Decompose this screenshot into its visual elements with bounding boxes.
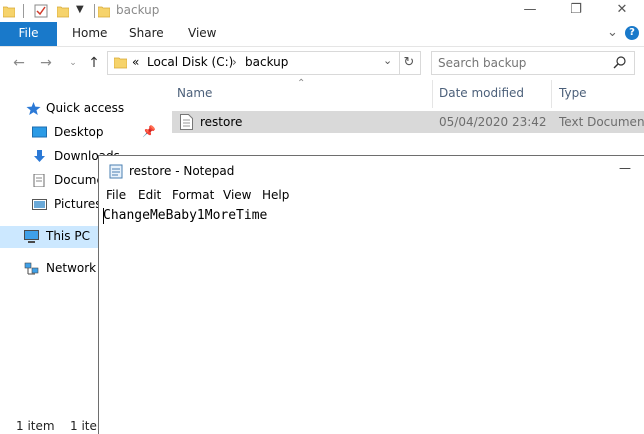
overflow-crumb[interactable]: « [132, 55, 139, 69]
up-button[interactable]: ↑ [85, 54, 103, 72]
ribbon-tab-share[interactable]: Share [129, 22, 164, 46]
ribbon-tab-view[interactable]: View [188, 22, 216, 46]
menu-view[interactable]: View [223, 188, 251, 202]
nav-item-quick-access[interactable]: Quick access [0, 98, 160, 120]
pictures-icon [32, 199, 47, 210]
expand-ribbon-icon[interactable]: ⌄ [607, 25, 618, 40]
notepad-minimize-button[interactable]: — [619, 161, 631, 175]
notepad-title-bar[interactable]: restore - Notepad — [99, 156, 644, 186]
download-icon [34, 150, 45, 162]
properties-icon[interactable] [34, 4, 48, 18]
help-icon[interactable]: ? [625, 26, 639, 40]
desktop-icon [32, 126, 47, 138]
nav-item-desktop[interactable]: Desktop 📌 [0, 122, 160, 144]
breadcrumb-backup[interactable]: backup [245, 55, 288, 69]
column-header-date-modified[interactable]: Date modified [439, 86, 524, 100]
recent-locations-dropdown[interactable]: ⌄ [64, 54, 82, 72]
new-folder-icon[interactable] [57, 4, 69, 18]
search-box[interactable] [431, 51, 635, 75]
sort-arrow-icon: ⌃ [297, 78, 306, 89]
notepad-title: restore - Notepad [129, 164, 235, 178]
column-divider[interactable] [551, 80, 552, 108]
text-file-icon [180, 114, 193, 130]
column-header-type[interactable]: Type [559, 86, 587, 100]
folder-icon [114, 57, 127, 69]
notepad-icon [109, 164, 123, 179]
nav-item-label: Pictures [54, 197, 102, 211]
explorer-title-bar: ▼ backup — ❐ ✕ [0, 0, 644, 22]
file-name: restore [200, 115, 243, 129]
network-icon [24, 262, 39, 275]
menu-edit[interactable]: Edit [138, 188, 161, 202]
column-header-name[interactable]: Name [177, 86, 212, 100]
search-icon[interactable] [613, 56, 626, 69]
file-row[interactable]: restore 05/04/2020 23:42 Text Document [172, 111, 644, 133]
breadcrumb-local-disk[interactable]: Local Disk (C:) [147, 55, 233, 69]
search-input[interactable] [436, 54, 610, 72]
star-icon [26, 102, 41, 115]
back-button[interactable]: ← [10, 54, 28, 72]
nav-item-label: This PC [46, 229, 90, 243]
window-title: backup [116, 3, 160, 17]
minimize-button[interactable]: — [507, 0, 553, 22]
text-caret [103, 208, 104, 224]
notepad-menu-bar: File Edit Format View Help [99, 186, 644, 205]
nav-item-label: Network [46, 261, 97, 275]
ribbon-tab-home[interactable]: Home [72, 22, 107, 46]
maximize-button[interactable]: ❐ [553, 0, 599, 22]
address-dropdown-icon[interactable]: ⌄ [383, 54, 392, 67]
customize-toolbar-icon[interactable]: ▼ [76, 4, 84, 15]
ribbon-tab-file[interactable]: File [0, 22, 57, 46]
documents-icon [33, 174, 45, 187]
nav-item-label: Quick access [46, 101, 125, 115]
address-bar[interactable]: « Local Disk (C:) › backup ⌄ [107, 51, 400, 75]
notepad-window[interactable]: restore - Notepad — File Edit Format Vie… [98, 155, 644, 434]
status-item-count: 1 item [16, 419, 55, 433]
file-date-modified: 05/04/2020 23:42 [439, 115, 547, 129]
breadcrumb-separator[interactable]: › [232, 55, 237, 69]
pin-icon[interactable]: 📌 [142, 125, 156, 138]
forward-button[interactable]: → [37, 54, 55, 72]
column-divider[interactable] [432, 80, 433, 108]
file-type: Text Document [559, 115, 644, 129]
computer-icon [24, 230, 39, 243]
toolbar-separator [23, 4, 24, 18]
folder-icon [98, 6, 110, 18]
menu-format[interactable]: Format [172, 188, 214, 202]
notepad-text-area[interactable]: ChangeMeBaby1MoreTime [103, 208, 267, 223]
toolbar-separator [94, 4, 95, 18]
menu-file[interactable]: File [106, 188, 126, 202]
close-button[interactable]: ✕ [599, 0, 644, 22]
nav-item-label: Desktop [54, 125, 104, 139]
folder-icon [3, 6, 15, 18]
refresh-button[interactable]: ↻ [398, 51, 421, 75]
menu-help[interactable]: Help [262, 188, 289, 202]
